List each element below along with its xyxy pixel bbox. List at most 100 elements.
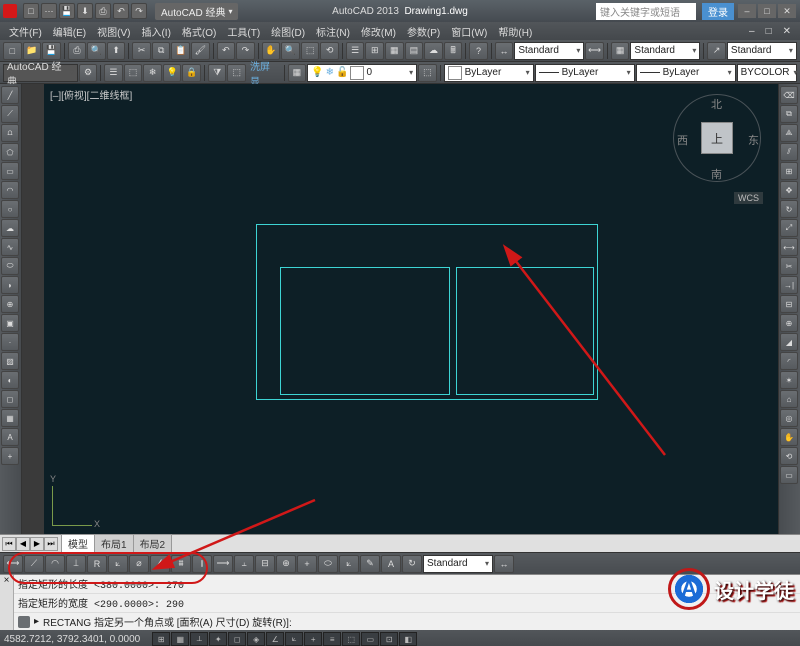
dimstyle-manager-icon[interactable]: ↔: [494, 555, 514, 573]
move-icon[interactable]: ✥: [780, 181, 798, 199]
zoom-icon[interactable]: 🔍: [281, 42, 300, 60]
zoom-prev-icon[interactable]: ⟲: [320, 42, 339, 60]
dimstyle-icon[interactable]: ↔: [495, 42, 514, 60]
saveas-icon[interactable]: ⬇: [77, 3, 93, 19]
dimjogged-icon[interactable]: ⟀: [108, 555, 128, 573]
block-icon[interactable]: ▣: [1, 314, 19, 332]
undo-button-icon[interactable]: ↶: [217, 42, 236, 60]
menu-parametric[interactable]: 参数(P): [402, 23, 445, 40]
tab-layout1[interactable]: 布局1: [94, 534, 134, 553]
region-icon[interactable]: ◻: [1, 390, 19, 408]
dimstyle-combo[interactable]: Standard: [423, 555, 493, 573]
mtext-icon[interactable]: A: [1, 428, 19, 446]
tab-first-icon[interactable]: ⏮: [2, 537, 16, 551]
extend-icon[interactable]: →|: [780, 276, 798, 294]
zoom-window-icon[interactable]: ⬚: [301, 42, 320, 60]
layer-lock-icon[interactable]: 🔒: [182, 64, 201, 82]
polygon-icon[interactable]: ⬠: [1, 143, 19, 161]
menu-dimension[interactable]: 标注(N): [311, 23, 355, 40]
fillet-icon[interactable]: ◜: [780, 352, 798, 370]
erase-icon[interactable]: ⌫: [780, 86, 798, 104]
drawn-rect-inner-right[interactable]: [456, 267, 594, 395]
dimupdate-icon[interactable]: ↻: [402, 555, 422, 573]
dimordinate-icon[interactable]: ⟘: [66, 555, 86, 573]
menu-format[interactable]: 格式(O): [177, 23, 221, 40]
plot-icon[interactable]: ⎙: [95, 3, 111, 19]
sc-toggle[interactable]: ⊡: [380, 632, 398, 646]
ellipsearc-icon[interactable]: ◗: [1, 276, 19, 294]
dyn-toggle[interactable]: +: [304, 632, 322, 646]
tablestyle-icon[interactable]: ▦: [611, 42, 630, 60]
dimaligned-icon[interactable]: ⟋: [24, 555, 44, 573]
viewcube-south[interactable]: 南: [711, 166, 722, 182]
dimjoglinear-icon[interactable]: ⟀: [339, 555, 359, 573]
cmdline-close-icon[interactable]: ×: [0, 575, 14, 630]
revcloud-icon[interactable]: ☁: [1, 219, 19, 237]
doc-minimize-icon[interactable]: –: [744, 25, 760, 38]
menu-tools[interactable]: 工具(T): [222, 23, 265, 40]
close-button[interactable]: ✕: [778, 4, 796, 18]
viewcube-west[interactable]: 西: [677, 132, 688, 148]
line-icon[interactable]: ╱: [1, 86, 19, 104]
copy-obj-icon[interactable]: ⧉: [780, 105, 798, 123]
workspace-settings-icon[interactable]: ⚙: [79, 64, 98, 82]
dimlinear-icon[interactable]: ⟷: [3, 555, 23, 573]
tab-last-icon[interactable]: ⏭: [44, 537, 58, 551]
menu-insert[interactable]: 插入(I): [136, 23, 175, 40]
layer-combo[interactable]: 💡❄🔓0: [307, 64, 417, 82]
help-icon[interactable]: ?: [469, 42, 488, 60]
linetype-combo[interactable]: ByLayer: [535, 64, 635, 82]
dimarc-icon[interactable]: ◠: [45, 555, 65, 573]
diminspect-icon[interactable]: ⬭: [318, 555, 338, 573]
viewcube-east[interactable]: 东: [748, 132, 759, 148]
array-icon[interactable]: ⊞: [780, 162, 798, 180]
dimedit-icon[interactable]: ✎: [360, 555, 380, 573]
publish-icon[interactable]: ⬆: [107, 42, 126, 60]
layer-props-icon[interactable]: ☰: [104, 64, 123, 82]
help-search-input[interactable]: 键入关键字或短语: [596, 3, 696, 20]
coords-display[interactable]: 4582.7212, 3792.3401, 0.0000: [4, 634, 140, 645]
tab-next-icon[interactable]: ▶: [30, 537, 44, 551]
dimbaseline-icon[interactable]: ⫾: [192, 555, 212, 573]
layer-make-icon[interactable]: ⬚: [418, 64, 437, 82]
stretch-icon[interactable]: ⟷: [780, 238, 798, 256]
break-icon[interactable]: ⊟: [780, 295, 798, 313]
toolpalette-icon[interactable]: ▦: [385, 42, 404, 60]
tab-model[interactable]: 模型: [61, 534, 95, 553]
chamfer-icon[interactable]: ◢: [780, 333, 798, 351]
doc-close-icon[interactable]: ✕: [778, 25, 796, 38]
circle-icon[interactable]: ○: [1, 200, 19, 218]
dimradius-icon[interactable]: R: [87, 555, 107, 573]
viewcube-top[interactable]: 上: [701, 122, 733, 154]
lineweight-combo[interactable]: ByLayer: [636, 64, 736, 82]
dim-icon[interactable]: ⟷: [585, 42, 604, 60]
menu-view[interactable]: 视图(V): [92, 23, 135, 40]
plotstyle-combo[interactable]: BYCOLOR: [737, 64, 797, 82]
ellipse-icon[interactable]: ⬭: [1, 257, 19, 275]
menu-window[interactable]: 窗口(W): [446, 23, 492, 40]
paste-icon[interactable]: 📋: [171, 42, 190, 60]
menu-edit[interactable]: 编辑(E): [48, 23, 91, 40]
centermark-icon[interactable]: +: [297, 555, 317, 573]
tab-layout2[interactable]: 布局2: [133, 534, 173, 553]
layer-states-icon[interactable]: ⬚: [124, 64, 143, 82]
xline-icon[interactable]: ⟋: [1, 105, 19, 123]
color-combo[interactable]: ByLayer: [444, 64, 534, 82]
addselect-icon[interactable]: +: [1, 447, 19, 465]
menu-draw[interactable]: 绘图(D): [266, 23, 310, 40]
scale-icon[interactable]: ⤢: [780, 219, 798, 237]
ducs-toggle[interactable]: ⟀: [285, 632, 303, 646]
dimangular-icon[interactable]: ∠: [150, 555, 170, 573]
3dosnap-toggle[interactable]: ◈: [247, 632, 265, 646]
workspace-combo[interactable]: AutoCAD 经典: [3, 64, 78, 82]
gradient-icon[interactable]: ◐: [1, 371, 19, 389]
nav-show-icon[interactable]: ▭: [780, 466, 798, 484]
markup-icon[interactable]: ☁: [424, 42, 443, 60]
nav-home-icon[interactable]: ⌂: [780, 390, 798, 408]
drawing-canvas[interactable]: [–][俯视][二维线框] 北 南 东 西 上 WCS Y X: [44, 84, 778, 534]
layer-manager-icon[interactable]: ▦: [288, 64, 307, 82]
tpy-toggle[interactable]: ⬚: [342, 632, 360, 646]
arc-icon[interactable]: ◠: [1, 181, 19, 199]
mirror-icon[interactable]: ⟁: [780, 124, 798, 142]
viewcube-north[interactable]: 北: [711, 96, 722, 112]
